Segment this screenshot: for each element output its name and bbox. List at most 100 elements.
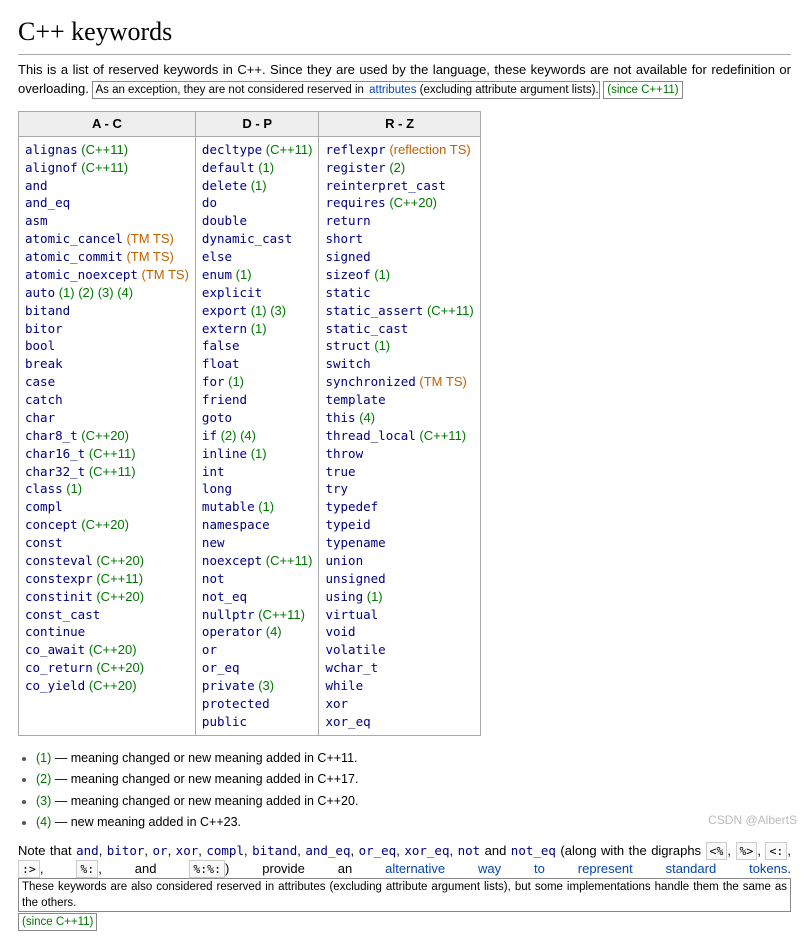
keyword-link[interactable]: co_yield [25,678,85,693]
keyword-link[interactable]: const_cast [25,607,100,622]
keyword-link[interactable]: nullptr [202,607,255,622]
keyword-link[interactable]: for [202,374,225,389]
keyword-link[interactable]: enum [202,267,232,282]
keyword-link[interactable]: delete [202,178,247,193]
keyword-link[interactable]: new [202,535,225,550]
keyword-link[interactable]: else [202,249,232,264]
keyword-link[interactable]: extern [202,321,247,336]
keyword-link[interactable]: long [202,481,232,496]
keyword-link[interactable]: case [25,374,55,389]
keyword-link[interactable]: register [325,160,385,175]
keyword-link[interactable]: bool [25,338,55,353]
keyword-link[interactable]: or [202,642,217,657]
keyword-link[interactable]: decltype [202,142,262,157]
keyword-link[interactable]: char16_t [25,446,85,461]
keyword-link[interactable]: typename [325,535,385,550]
keyword-link[interactable]: break [25,356,63,371]
keyword-link[interactable]: reinterpret_cast [325,178,445,193]
keyword-link[interactable]: template [325,392,385,407]
keyword-link[interactable]: class [25,481,63,496]
keyword-link[interactable]: char8_t [25,428,78,443]
keyword-link[interactable]: and_eq [25,195,70,210]
keyword-link[interactable]: static_assert [325,303,423,318]
keyword-link[interactable]: wchar_t [325,660,378,675]
keyword-link[interactable]: private [202,678,255,693]
keyword-link[interactable]: mutable [202,499,255,514]
keyword-link[interactable]: concept [25,517,78,532]
keyword-link[interactable]: unsigned [325,571,385,586]
alt-keyword-link[interactable]: or_eq [359,843,397,858]
keyword-link[interactable]: if [202,428,217,443]
keyword-link[interactable]: operator [202,624,262,639]
keyword-link[interactable]: asm [25,213,48,228]
keyword-link[interactable]: using [325,589,363,604]
keyword-link[interactable]: while [325,678,363,693]
alt-keyword-link[interactable]: and [76,843,99,858]
keyword-link[interactable]: struct [325,338,370,353]
keyword-link[interactable]: typedef [325,499,378,514]
keyword-link[interactable]: explicit [202,285,262,300]
keyword-link[interactable]: and [25,178,48,193]
keyword-link[interactable]: dynamic_cast [202,231,292,246]
keyword-link[interactable]: co_await [25,642,85,657]
keyword-link[interactable]: false [202,338,240,353]
keyword-link[interactable]: throw [325,446,363,461]
keyword-link[interactable]: or_eq [202,660,240,675]
keyword-link[interactable]: inline [202,446,247,461]
keyword-link[interactable]: static [325,285,370,300]
keyword-link[interactable]: volatile [325,642,385,657]
keyword-link[interactable]: namespace [202,517,270,532]
keyword-link[interactable]: try [325,481,348,496]
keyword-link[interactable]: bitor [25,321,63,336]
keyword-link[interactable]: do [202,195,217,210]
alt-keyword-link[interactable]: bitor [107,843,145,858]
keyword-link[interactable]: thread_local [325,428,415,443]
keyword-link[interactable]: atomic_cancel [25,231,123,246]
keyword-link[interactable]: this [325,410,355,425]
keyword-link[interactable]: not [202,571,225,586]
alt-keyword-link[interactable]: xor [176,843,199,858]
keyword-link[interactable]: static_cast [325,321,408,336]
keyword-link[interactable]: constinit [25,589,93,604]
keyword-link[interactable]: continue [25,624,85,639]
keyword-link[interactable]: return [325,213,370,228]
keyword-link[interactable]: short [325,231,363,246]
keyword-link[interactable]: requires [325,195,385,210]
keyword-link[interactable]: public [202,714,247,729]
keyword-link[interactable]: xor_eq [325,714,370,729]
keyword-link[interactable]: const [25,535,63,550]
keyword-link[interactable]: catch [25,392,63,407]
keyword-link[interactable]: noexcept [202,553,262,568]
keyword-link[interactable]: alignof [25,160,78,175]
keyword-link[interactable]: co_return [25,660,93,675]
keyword-link[interactable]: reflexpr [325,142,385,157]
keyword-link[interactable]: auto [25,285,55,300]
alt-keyword-link[interactable]: and_eq [305,843,350,858]
keyword-link[interactable]: goto [202,410,232,425]
alt-keyword-link[interactable]: or [153,843,168,858]
keyword-link[interactable]: constexpr [25,571,93,586]
keyword-link[interactable]: atomic_commit [25,249,123,264]
keyword-link[interactable]: char32_t [25,464,85,479]
keyword-link[interactable]: double [202,213,247,228]
keyword-link[interactable]: char [25,410,55,425]
keyword-link[interactable]: virtual [325,607,378,622]
keyword-link[interactable]: xor [325,696,348,711]
keyword-link[interactable]: true [325,464,355,479]
keyword-link[interactable]: export [202,303,247,318]
keyword-link[interactable]: union [325,553,363,568]
keyword-link[interactable]: atomic_noexcept [25,267,138,282]
keyword-link[interactable]: synchronized [325,374,415,389]
keyword-link[interactable]: not_eq [202,589,247,604]
keyword-link[interactable]: typeid [325,517,370,532]
keyword-link[interactable]: void [325,624,355,639]
keyword-link[interactable]: protected [202,696,270,711]
keyword-link[interactable]: int [202,464,225,479]
alt-keyword-link[interactable]: bitand [252,843,297,858]
alternative-tokens-link[interactable]: alternative way to represent standard to… [385,861,787,876]
keyword-link[interactable]: compl [25,499,63,514]
alt-keyword-link[interactable]: not [458,843,481,858]
keyword-link[interactable]: bitand [25,303,70,318]
keyword-link[interactable]: consteval [25,553,93,568]
keyword-link[interactable]: alignas [25,142,78,157]
